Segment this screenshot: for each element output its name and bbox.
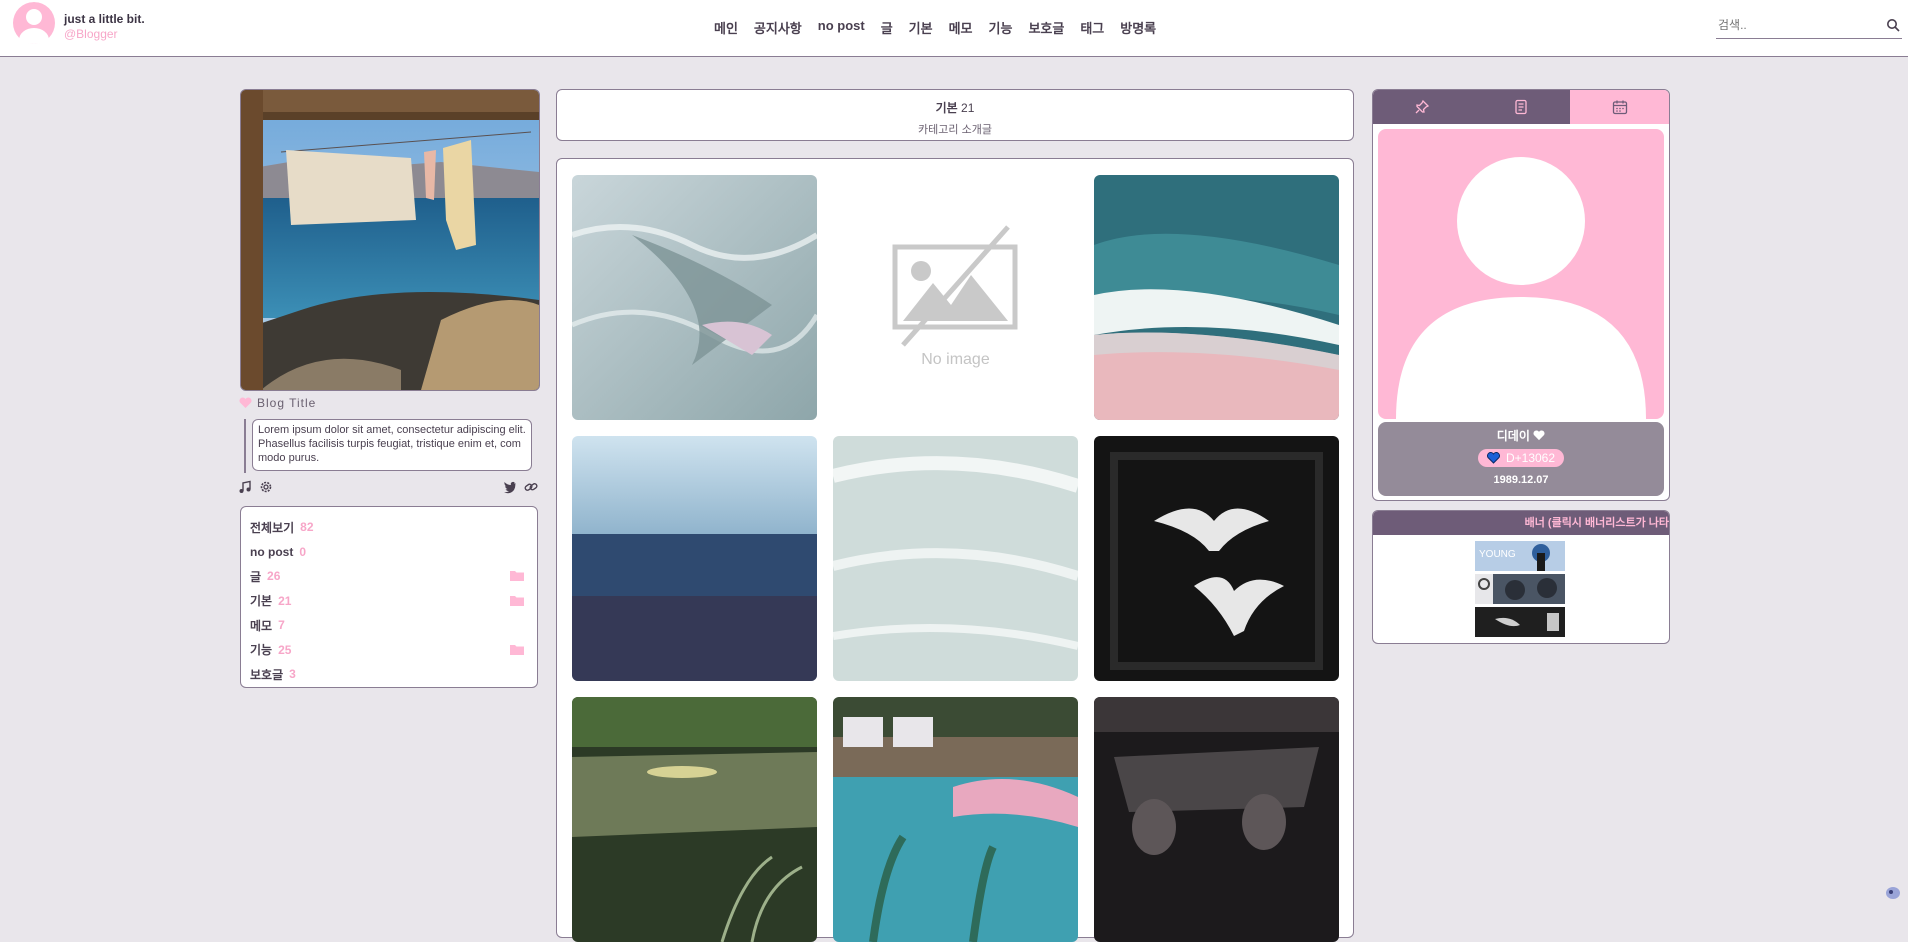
dday-value: D+13062 [1505,451,1556,465]
link-icon[interactable] [524,480,538,494]
sidebar-tools-left [238,480,273,494]
category-count: 0 [299,544,307,559]
search-box [1716,14,1902,39]
category-item-basic[interactable]: 기본 21 [250,589,528,614]
gear-icon[interactable] [259,480,273,494]
category-label: 글 [250,569,262,584]
blog-title-row: Blog Title [239,396,316,410]
dday-date: 1989.12.07 [1493,474,1549,486]
category-label: 메모 [250,618,273,633]
banner-item[interactable] [1475,574,1565,604]
banner-item[interactable] [1475,607,1565,637]
dday-card: 디데이 D+13062 1989.12.07 [1378,422,1664,496]
twitter-icon[interactable] [503,480,517,494]
nav-feature[interactable]: 기능 [989,18,1013,37]
pin-icon [1415,99,1430,114]
post-thumbnail-no-image[interactable]: No image [833,175,1078,420]
blogger-handle: @Blogger [64,27,118,41]
nav-posts[interactable]: 글 [881,18,893,37]
post-thumbnail[interactable] [833,697,1078,942]
category-count: 25 [278,642,292,657]
folder-icon[interactable] [510,570,524,581]
post-thumbnail[interactable] [1094,697,1339,942]
banner-title[interactable]: 배너 (클릭시 배너리스트가 나타 [1373,511,1669,535]
post-thumbnail[interactable] [1094,175,1339,420]
category-count: 21 [278,593,292,608]
search-icon[interactable] [1886,18,1900,32]
widget-tabs [1373,90,1669,124]
main-nav: 메인 공지사항 no post 글 기본 메모 기능 보호글 태그 방명록 [714,18,1172,37]
document-icon [1515,99,1527,115]
category-item-feature[interactable]: 기능 25 [250,638,528,663]
nav-main[interactable]: 메인 [714,18,738,37]
dday-title-text: 디데이 [1496,429,1530,443]
folder-icon[interactable] [510,595,524,606]
category-header: 기본 21 카테고리 소개글 [556,89,1354,141]
blog-name[interactable]: just a little bit. [64,12,145,26]
nav-notice[interactable]: 공지사항 [754,18,802,37]
tab-document[interactable] [1471,90,1571,124]
category-label: 전체보기 [250,520,295,535]
music-icon[interactable] [238,480,252,494]
category-count: 3 [289,667,296,682]
blog-title: Blog Title [257,396,317,410]
profile-image [1378,129,1664,419]
category-label: 기본 [250,594,273,609]
category-item-no-post[interactable]: no post 0 [250,540,528,565]
no-image-icon [892,225,1018,347]
category-title: 기본 21 [557,99,1353,116]
category-label: 보호글 [250,667,284,682]
category-list: 전체보기 82 no post 0 글 26 기본 21 메모 7 기능 25 … [240,506,538,688]
profile-photo [240,89,540,391]
category-intro: 카테고리 소개글 [918,124,992,136]
nav-guestbook[interactable]: 방명록 [1120,18,1156,37]
banner-widget: 배너 (클릭시 배너리스트가 나타 YOUNG [1372,510,1670,644]
post-thumbnail[interactable] [572,175,817,420]
folder-icon[interactable] [510,644,524,655]
floating-widget-icon[interactable] [1885,886,1901,900]
category-name: 기본 [935,101,958,115]
blog-description: Lorem ipsum dolor sit amet, consectetur … [252,419,532,471]
calendar-icon [1612,100,1627,115]
nav-protected[interactable]: 보호글 [1028,18,1064,37]
nav-no-post[interactable]: no post [818,18,865,37]
post-thumbnail[interactable] [833,436,1078,681]
category-count: 26 [267,569,281,584]
profile-widget: 디데이 D+13062 1989.12.07 [1372,89,1670,501]
nav-basic[interactable]: 기본 [909,18,933,37]
tab-pin[interactable] [1373,90,1472,124]
category-count: 7 [278,618,285,633]
category-label: 기능 [250,643,273,658]
description-accent-bar [244,419,246,473]
dday-title: 디데이 [1378,427,1664,444]
heart-icon [1533,430,1545,441]
dday-counter: D+13062 [1477,449,1565,467]
category-post-count: 21 [961,101,975,115]
post-thumbnail[interactable] [572,436,817,681]
heart-icon [239,397,252,408]
nav-tag[interactable]: 태그 [1080,18,1104,37]
banner-item[interactable]: YOUNG [1475,541,1565,571]
sidebar-tools-right [503,480,538,494]
category-item-protected[interactable]: 보호글 3 [250,662,528,687]
blogger-avatar[interactable] [9,2,59,44]
tab-calendar[interactable] [1570,90,1669,124]
category-count: 82 [300,520,314,535]
nav-memo[interactable]: 메모 [949,18,973,37]
post-thumbnail[interactable] [1094,436,1339,681]
post-grid: No image [556,158,1354,942]
svg-text:YOUNG: YOUNG [1479,549,1516,560]
category-item-memo[interactable]: 메모 7 [250,613,528,638]
user-icon [1396,157,1646,419]
top-header: just a little bit. @Blogger 메인 공지사항 no p… [0,0,1908,57]
post-thumbnail[interactable] [572,697,817,942]
category-label: no post [250,544,294,559]
heart-icon [1486,452,1500,464]
category-item-all[interactable]: 전체보기 82 [250,515,528,540]
no-image-label: No image [921,351,990,368]
search-input[interactable] [1716,14,1880,36]
category-item-posts[interactable]: 글 26 [250,564,528,589]
